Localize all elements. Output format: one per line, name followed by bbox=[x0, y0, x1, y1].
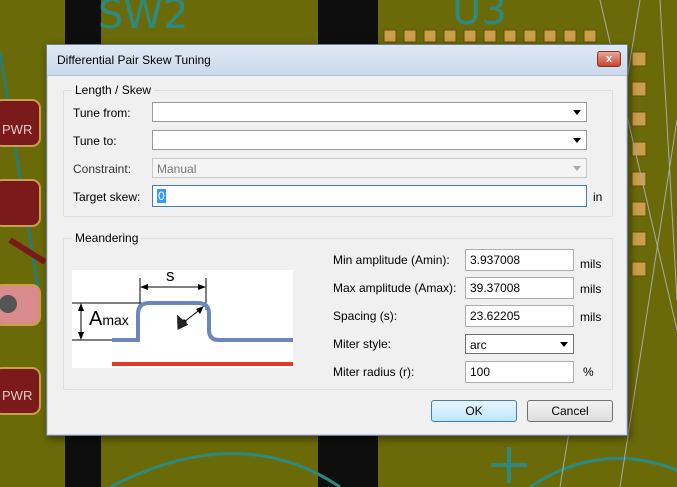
tune-to-label: Tune to: bbox=[73, 134, 117, 148]
tune-from-select[interactable] bbox=[152, 102, 587, 122]
miter-radius-arrow bbox=[196, 306, 204, 314]
spacing-arrow-right bbox=[198, 284, 206, 290]
chevron-down-icon bbox=[560, 342, 568, 347]
miter-radius-input[interactable]: 100 bbox=[465, 361, 574, 383]
ok-button[interactable]: OK bbox=[431, 400, 517, 422]
meander-diagram: s Amax bbox=[72, 266, 293, 368]
miter-style-value: arc bbox=[470, 338, 487, 352]
chevron-down-icon bbox=[573, 138, 581, 143]
close-button[interactable]: x bbox=[597, 51, 621, 67]
meandering-group-title: Meandering bbox=[72, 231, 142, 245]
tune-to-select[interactable] bbox=[152, 130, 587, 150]
amplitude-symbol-letter: A bbox=[89, 308, 103, 330]
dialog-title: Differential Pair Skew Tuning bbox=[57, 53, 211, 67]
spacing-arrow-left bbox=[140, 284, 148, 290]
miter-radius-label: Miter radius (r): bbox=[333, 365, 415, 379]
amplitude-arrow-bottom bbox=[78, 332, 84, 340]
cancel-button-label: Cancel bbox=[551, 404, 589, 418]
max-amplitude-value: 39.37008 bbox=[470, 281, 521, 295]
max-amplitude-input[interactable]: 39.37008 bbox=[465, 277, 574, 299]
pad-label-pwr-2: PWR bbox=[2, 388, 33, 403]
amplitude-arrow-top bbox=[78, 303, 84, 311]
length-skew-group-title: Length / Skew bbox=[72, 83, 155, 97]
target-skew-unit: in bbox=[593, 190, 603, 204]
tune-from-label: Tune from: bbox=[73, 106, 131, 120]
amplitude-symbol: Amax bbox=[89, 308, 129, 331]
chevron-down-icon bbox=[573, 166, 581, 171]
max-amplitude-unit: mils bbox=[580, 282, 602, 296]
constraint-select[interactable]: Manual bbox=[152, 158, 587, 178]
target-skew-input[interactable]: 0 bbox=[152, 185, 587, 207]
ref-label-u3: U3 bbox=[452, 0, 507, 34]
spacing-input[interactable]: 23.62205 bbox=[465, 305, 574, 327]
miter-style-label: Miter style: bbox=[333, 337, 392, 351]
min-amplitude-label: Min amplitude (Amin): bbox=[333, 253, 450, 267]
target-skew-label: Target skew: bbox=[73, 190, 141, 204]
pad-label-pwr-1: PWR bbox=[2, 122, 33, 137]
chevron-down-icon bbox=[573, 110, 581, 115]
spacing-value: 23.62205 bbox=[470, 309, 521, 323]
constraint-label: Constraint: bbox=[73, 162, 132, 176]
spacing-label: Spacing (s): bbox=[333, 309, 398, 323]
ref-label-sw2: SW2 bbox=[98, 0, 189, 38]
constraint-value: Manual bbox=[157, 162, 197, 176]
skew-tuning-dialog: Differential Pair Skew Tuning x Length /… bbox=[46, 44, 628, 436]
spacing-symbol: s bbox=[166, 266, 175, 285]
cancel-button[interactable]: Cancel bbox=[527, 400, 613, 422]
miter-radius-unit: % bbox=[583, 365, 594, 379]
title-bar[interactable]: Differential Pair Skew Tuning x bbox=[47, 45, 627, 76]
target-skew-value: 0 bbox=[157, 189, 166, 203]
ok-button-label: OK bbox=[465, 404, 483, 418]
min-amplitude-unit: mils bbox=[580, 257, 602, 271]
spacing-unit: mils bbox=[580, 310, 602, 324]
close-icon: x bbox=[605, 53, 613, 65]
min-amplitude-value: 3.937008 bbox=[470, 253, 521, 267]
amplitude-symbol-subscript: max bbox=[102, 312, 129, 328]
min-amplitude-input[interactable]: 3.937008 bbox=[465, 249, 574, 271]
miter-style-select[interactable]: arc bbox=[465, 334, 574, 354]
max-amplitude-label: Max amplitude (Amax): bbox=[333, 281, 457, 295]
miter-radius-value: 100 bbox=[470, 365, 491, 379]
